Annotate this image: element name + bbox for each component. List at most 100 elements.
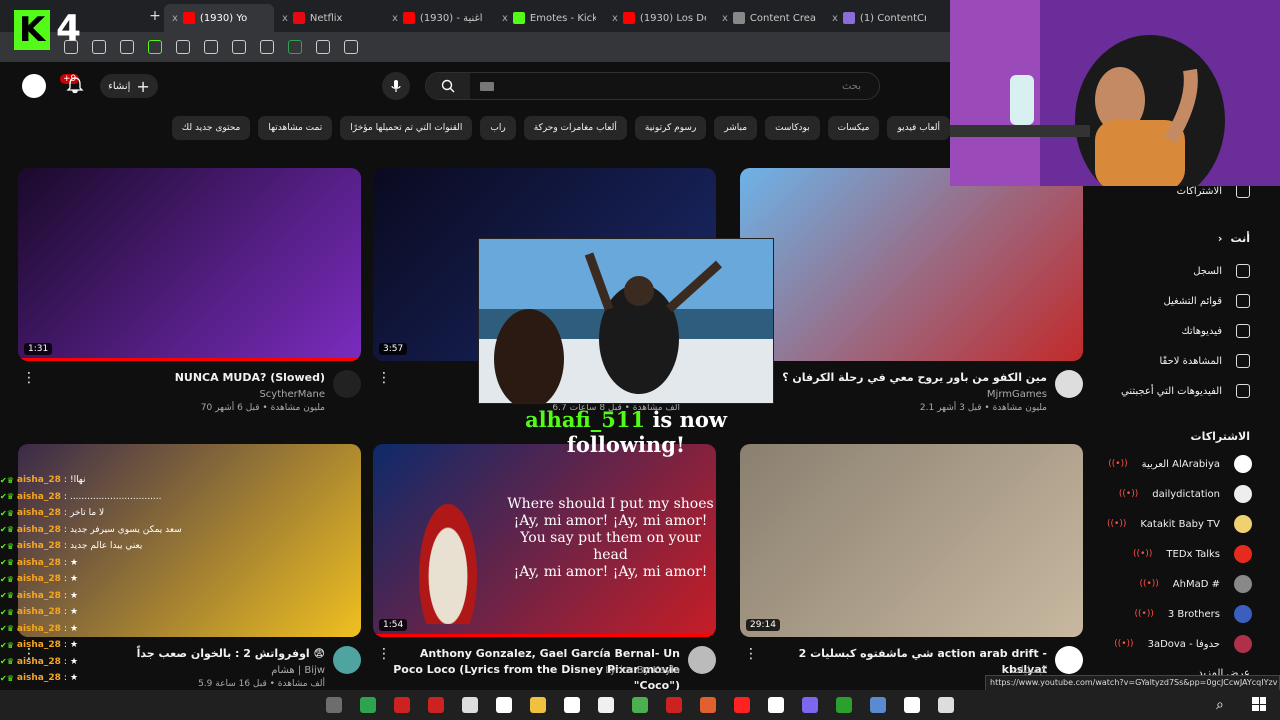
sidebar-item-subscription[interactable]: ((•)) AhMaD # bbox=[1139, 573, 1252, 595]
channel-avatar[interactable] bbox=[1055, 370, 1083, 398]
taskbar-app-icon[interactable] bbox=[394, 697, 410, 713]
extension-icon[interactable] bbox=[288, 40, 302, 54]
channel-name[interactable]: ScytherMane bbox=[259, 389, 325, 400]
browser-tab[interactable]: x (1) ContentCr bbox=[824, 4, 934, 32]
voice-search-button[interactable] bbox=[382, 72, 410, 100]
chat-username[interactable]: aisha_28 bbox=[17, 624, 61, 634]
sidebar-item-subscription[interactable]: ((•)) dailydictation bbox=[1119, 483, 1252, 505]
channel-name[interactable]: MjrmGames bbox=[987, 389, 1047, 400]
close-icon[interactable]: x bbox=[502, 13, 508, 24]
search-icon[interactable]: ⌕ bbox=[1216, 697, 1224, 713]
chat-username[interactable]: aisha_28 bbox=[17, 558, 61, 568]
taskbar-app-icon[interactable] bbox=[802, 697, 818, 713]
browser-tab[interactable]: x Emotes - Kick bbox=[494, 4, 604, 32]
browser-tab[interactable]: x Netflix bbox=[274, 4, 384, 32]
video-title[interactable]: مين الكفو من باور يروح معي في رحلة الكرف… bbox=[757, 370, 1047, 386]
close-icon[interactable]: x bbox=[832, 13, 838, 24]
taskbar-app-icon[interactable] bbox=[326, 697, 342, 713]
taskbar-app-icon[interactable] bbox=[904, 697, 920, 713]
more-options-icon[interactable]: ⋮ bbox=[22, 370, 36, 386]
chat-username[interactable]: aisha_28 bbox=[17, 673, 61, 683]
sidebar-item-subscription[interactable]: ((•)) 3 Brothers bbox=[1134, 603, 1252, 625]
chat-username[interactable]: aisha_28 bbox=[17, 574, 61, 584]
sidebar-item-subscription[interactable]: ((•)) 3aDova - حدوفا bbox=[1114, 633, 1252, 655]
channel-name[interactable]: هشام | Bijw bbox=[271, 665, 325, 676]
taskbar-app-icon[interactable] bbox=[462, 697, 478, 713]
filter-chip[interactable]: تمت مشاهدتها bbox=[258, 116, 333, 140]
filter-chip[interactable]: محتوى جديد لك bbox=[171, 116, 251, 140]
sidebar-item-you[interactable]: فيديوهاتك bbox=[1181, 320, 1250, 342]
chat-username[interactable]: aisha_28 bbox=[17, 640, 61, 650]
new-tab-button[interactable]: + bbox=[146, 8, 164, 24]
taskbar-app-icon[interactable] bbox=[428, 697, 444, 713]
taskbar-app-icon[interactable] bbox=[564, 697, 580, 713]
extension-icon[interactable] bbox=[176, 40, 190, 54]
sidebar-item-subscription[interactable]: ((•)) العربية AlArabiya bbox=[1108, 453, 1252, 475]
taskbar-app-icon[interactable] bbox=[768, 697, 784, 713]
taskbar-app-icon[interactable] bbox=[360, 697, 376, 713]
channel-avatar[interactable] bbox=[333, 370, 361, 398]
more-options-icon[interactable]: ⋮ bbox=[377, 646, 391, 662]
extension-icon[interactable] bbox=[260, 40, 274, 54]
taskbar-app-icon[interactable] bbox=[836, 697, 852, 713]
windows-start-icon[interactable] bbox=[1252, 697, 1266, 711]
camera-icon[interactable] bbox=[232, 40, 246, 54]
star-icon[interactable] bbox=[316, 40, 330, 54]
video-thumbnail[interactable]: Where should I put my shoes ¡Ay, mi amor!… bbox=[373, 444, 716, 637]
more-options-icon[interactable]: ⋮ bbox=[377, 370, 391, 386]
account-avatar[interactable] bbox=[22, 74, 46, 98]
sidebar-item-subscription[interactable]: ((•)) Katakit Baby TV bbox=[1107, 513, 1252, 535]
sidebar-item-you[interactable]: قوائم التشغيل bbox=[1163, 290, 1250, 312]
taskbar-app-icon[interactable] bbox=[632, 697, 648, 713]
video-thumbnail[interactable] bbox=[740, 168, 1083, 361]
filter-chip[interactable]: راب bbox=[480, 116, 516, 140]
filter-chip[interactable]: ألعاب فيديو bbox=[887, 116, 950, 140]
sidebar-item-you[interactable]: الفيديوهات التي أعجبتني bbox=[1121, 380, 1250, 402]
filter-chip[interactable]: بودكاست bbox=[765, 116, 820, 140]
filter-chip[interactable]: ميكسات bbox=[827, 116, 880, 140]
search-input[interactable] bbox=[494, 73, 879, 99]
chat-username[interactable]: aisha_28 bbox=[17, 657, 61, 667]
channel-avatar[interactable] bbox=[1055, 646, 1083, 674]
chat-username[interactable]: aisha_28 bbox=[17, 475, 61, 485]
chat-username[interactable]: aisha_28 bbox=[17, 525, 61, 535]
sidebar-item-subscription[interactable]: ((•)) TEDx Talks bbox=[1133, 543, 1252, 565]
extension-icon[interactable] bbox=[148, 40, 162, 54]
browser-tab[interactable]: x (1930) - أغنية bbox=[384, 4, 494, 32]
video-title[interactable]: NUNCA MUDA? (Slowed) bbox=[35, 370, 325, 386]
browser-tab[interactable]: x (1930) Yo bbox=[164, 4, 274, 32]
channel-name[interactable]: Lyrics By Kayla bbox=[605, 665, 680, 676]
channel-avatar[interactable] bbox=[333, 646, 361, 674]
taskbar-app-icon[interactable] bbox=[938, 697, 954, 713]
browser-tab[interactable]: x (1930) Los De bbox=[604, 4, 714, 32]
close-icon[interactable]: x bbox=[172, 13, 178, 24]
cast-icon[interactable] bbox=[344, 40, 358, 54]
video-thumbnail[interactable]: 1:31 bbox=[18, 168, 361, 361]
taskbar-app-icon[interactable] bbox=[598, 697, 614, 713]
close-icon[interactable]: x bbox=[722, 13, 728, 24]
close-icon[interactable]: x bbox=[282, 13, 288, 24]
taskbar-app-icon[interactable] bbox=[530, 697, 546, 713]
chat-username[interactable]: aisha_28 bbox=[17, 541, 61, 551]
you-heading[interactable]: › أنت bbox=[1218, 232, 1250, 245]
extension-icon[interactable] bbox=[120, 40, 134, 54]
close-icon[interactable]: x bbox=[612, 13, 618, 24]
taskbar-app-icon[interactable] bbox=[496, 697, 512, 713]
search-button[interactable] bbox=[426, 73, 470, 99]
chat-username[interactable]: aisha_28 bbox=[17, 508, 61, 518]
channel-avatar[interactable] bbox=[688, 646, 716, 674]
extension-icon[interactable] bbox=[204, 40, 218, 54]
sidebar-item-you[interactable]: المشاهدة لاحقًا bbox=[1159, 350, 1250, 372]
browser-tab[interactable]: x Content Creat bbox=[714, 4, 824, 32]
extension-icon[interactable] bbox=[92, 40, 106, 54]
more-options-icon[interactable]: ⋮ bbox=[744, 646, 758, 662]
filter-chip[interactable]: القنوات التي تم تحميلها مؤخرًا bbox=[340, 116, 473, 140]
create-button[interactable]: إنشاء + bbox=[100, 74, 158, 98]
filter-chip[interactable]: رسوم كرتونية bbox=[634, 116, 707, 140]
filter-chip[interactable]: مباشر bbox=[714, 116, 758, 140]
chat-username[interactable]: aisha_28 bbox=[17, 492, 61, 502]
video-thumbnail[interactable]: 29:14 bbox=[740, 444, 1083, 637]
chat-username[interactable]: aisha_28 bbox=[17, 591, 61, 601]
chat-username[interactable]: aisha_28 bbox=[17, 607, 61, 617]
filter-chip[interactable]: ألعاب مغامرات وحركة bbox=[523, 116, 627, 140]
